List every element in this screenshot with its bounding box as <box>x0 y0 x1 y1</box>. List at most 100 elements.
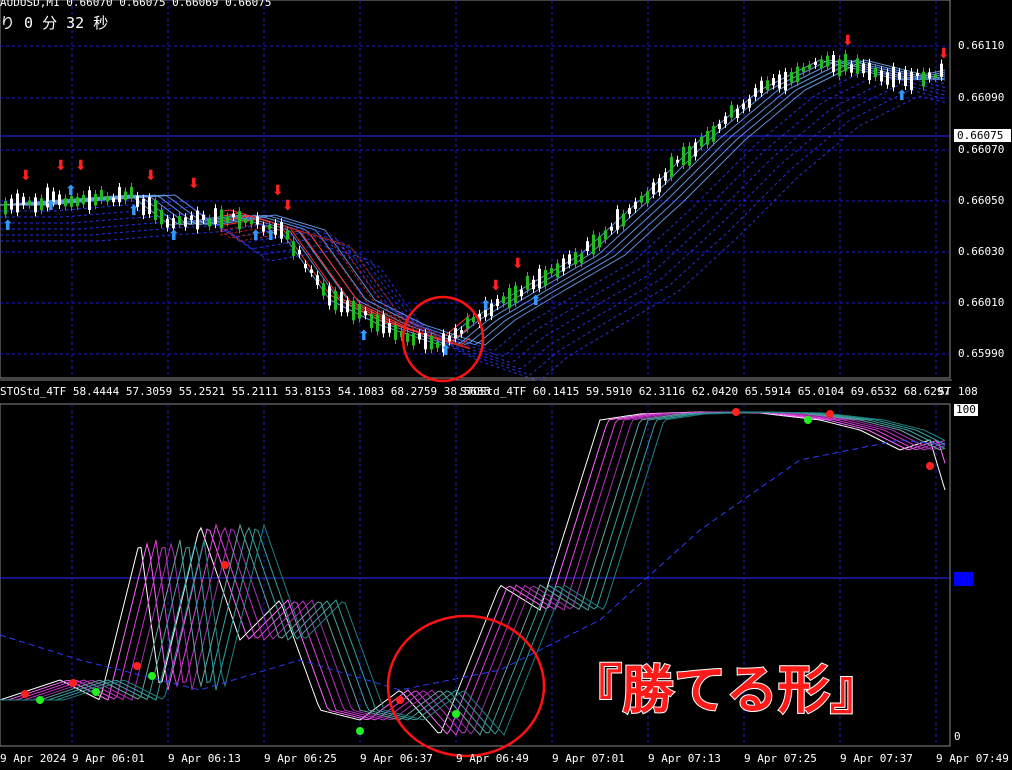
candle <box>298 249 301 255</box>
candle <box>940 63 943 77</box>
candle <box>778 74 781 89</box>
candle <box>892 66 895 88</box>
candle <box>394 325 397 340</box>
candle <box>532 279 535 290</box>
time-tick: 9 Apr 07:37 <box>840 752 913 765</box>
chart-grid <box>0 0 952 747</box>
candle <box>526 275 529 290</box>
sell-arrow-icon: ⬇ <box>188 176 200 192</box>
candle <box>220 209 223 229</box>
candle <box>508 288 511 309</box>
sell-arrow-icon: ⬇ <box>282 198 294 214</box>
price-tick: 0.66030 <box>958 245 1005 258</box>
candle <box>472 317 475 323</box>
candle <box>862 63 865 74</box>
candle <box>754 88 757 97</box>
candle <box>832 54 835 73</box>
price-tick: 0.66110 <box>958 39 1005 52</box>
candle <box>232 213 235 217</box>
candle <box>88 190 91 210</box>
time-tick: 9 Apr 2024 <box>0 752 67 765</box>
time-tick: 9 Apr 07:25 <box>744 752 817 765</box>
candle <box>514 285 517 304</box>
oscillator-sell-dot <box>133 662 141 670</box>
candle <box>328 286 331 306</box>
candle <box>616 209 619 230</box>
candle <box>814 61 817 65</box>
ma-line <box>0 95 946 381</box>
candle <box>646 191 649 204</box>
candle <box>502 296 505 304</box>
candle <box>652 182 655 195</box>
ma-line <box>0 59 946 345</box>
candle <box>418 333 421 340</box>
candle <box>574 252 577 265</box>
candle <box>28 200 31 205</box>
candle <box>898 72 901 80</box>
candle <box>640 195 643 203</box>
oscillator-max-label: 100 <box>954 403 978 416</box>
candle <box>808 64 811 69</box>
buy-arrow-icon: ⬆ <box>265 228 277 244</box>
candle <box>736 108 739 119</box>
candle <box>454 328 457 339</box>
candle <box>772 77 775 86</box>
candle <box>784 71 787 91</box>
candle <box>316 275 319 285</box>
price-tick: 0.66090 <box>958 91 1005 104</box>
candle <box>622 213 625 227</box>
candle <box>244 218 247 223</box>
candle <box>922 71 925 87</box>
candle <box>214 208 217 224</box>
candle <box>598 236 601 248</box>
buy-arrow-icon: ⬆ <box>480 298 492 314</box>
candle <box>544 269 547 286</box>
candle <box>856 58 859 74</box>
candle <box>562 258 565 272</box>
candle <box>748 98 751 108</box>
oscillator-sell-dot <box>396 696 404 704</box>
candle <box>124 191 127 201</box>
time-tick: 9 Apr 06:49 <box>456 752 529 765</box>
time-tick: 9 Apr 07:13 <box>648 752 721 765</box>
oscillator-buy-dot <box>92 688 100 696</box>
candle <box>178 216 181 224</box>
candle <box>238 211 241 230</box>
buy-arrow-icon: ⬆ <box>168 228 180 244</box>
buy-arrow-icon: ⬆ <box>358 328 370 344</box>
ma-line <box>0 71 946 357</box>
candle <box>346 300 349 313</box>
candle <box>142 198 145 216</box>
candle <box>724 116 727 124</box>
candle <box>766 80 769 90</box>
candle <box>658 178 661 193</box>
time-tick: 9 Apr 06:01 <box>72 752 145 765</box>
candle <box>694 142 697 157</box>
indicator-label: STOStd_4TF 58.4444 57.3059 55.2521 55.21… <box>0 385 491 398</box>
candle <box>874 67 877 78</box>
buy-arrow-icon: ⬆ <box>250 228 262 244</box>
candle <box>190 215 193 221</box>
price-axis[interactable]: 0.66110 0.66090 0.66070 0.66050 0.66030 … <box>952 0 1012 380</box>
candle <box>592 234 595 255</box>
candle <box>742 103 745 110</box>
candle <box>838 59 841 77</box>
price-tick: 0.66010 <box>958 296 1005 309</box>
oscillator-sell-dot <box>69 679 77 687</box>
buy-arrow-icon: ⬆ <box>530 293 542 309</box>
price-tick: 0.66070 <box>958 143 1005 156</box>
oscillator-buy-dot <box>452 710 460 718</box>
candle <box>10 198 13 210</box>
candle <box>58 194 61 206</box>
candle <box>304 263 307 269</box>
time-tick: 9 Apr 07:01 <box>552 752 625 765</box>
candle <box>538 268 541 289</box>
candle <box>910 71 913 91</box>
symbol-info: AUDUSD,M1 0.66070 0.66075 0.66069 0.6607… <box>0 0 272 9</box>
candle <box>184 217 187 227</box>
candle <box>64 198 67 207</box>
candle <box>556 263 559 278</box>
candle <box>256 216 259 225</box>
candle <box>586 241 589 252</box>
oscillator-buy-dot <box>148 672 156 680</box>
